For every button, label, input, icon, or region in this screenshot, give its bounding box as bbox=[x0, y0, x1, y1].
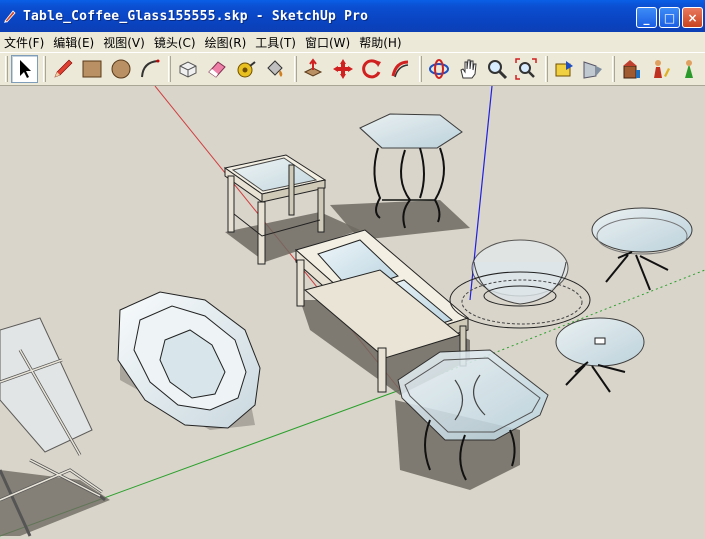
minimize-button[interactable]: _ bbox=[636, 7, 657, 28]
hand-icon bbox=[460, 59, 477, 79]
rectangle-tool-button[interactable] bbox=[78, 55, 105, 83]
components-icon bbox=[653, 60, 670, 78]
magnifier-icon bbox=[488, 60, 508, 80]
white-bowl-chair[interactable] bbox=[117, 291, 261, 429]
select-tool-button[interactable] bbox=[10, 55, 39, 83]
close-button[interactable]: × bbox=[682, 7, 703, 28]
orbit-tool-button[interactable] bbox=[425, 55, 452, 83]
modeling-viewport[interactable] bbox=[0, 86, 705, 539]
rotate-icon bbox=[361, 59, 381, 79]
push-pull-tool-button[interactable] bbox=[300, 55, 327, 83]
circle-icon bbox=[111, 59, 131, 79]
pencil-icon bbox=[54, 59, 73, 78]
menu-view[interactable]: 视图(V) bbox=[102, 34, 153, 51]
tape-measure-tool-button[interactable] bbox=[233, 55, 260, 83]
component-icon bbox=[179, 61, 197, 78]
menu-window[interactable]: 窗口(W) bbox=[304, 34, 358, 51]
line-tool-button[interactable] bbox=[49, 55, 76, 83]
menu-file[interactable]: 文件(F) bbox=[3, 34, 52, 51]
zoom-extents-icon bbox=[515, 58, 537, 80]
arrow-cursor-icon bbox=[19, 60, 31, 78]
position-camera-tool-button[interactable] bbox=[676, 55, 703, 83]
toolbar-separator bbox=[611, 56, 615, 82]
make-component-tool-button[interactable] bbox=[174, 55, 201, 83]
maximize-button[interactable]: □ bbox=[659, 7, 680, 28]
eraser-icon bbox=[208, 61, 226, 78]
menu-edit[interactable]: 编辑(E) bbox=[52, 34, 102, 51]
move-icon bbox=[332, 59, 353, 79]
previous-view-icon bbox=[555, 61, 574, 77]
components-tool-button[interactable] bbox=[647, 55, 674, 83]
orbit-icon bbox=[428, 59, 449, 79]
circle-tool-button[interactable] bbox=[107, 55, 134, 83]
title-bar: Table_Coffee_Glass155555.skp - SketchUp … bbox=[0, 0, 705, 32]
arc-icon bbox=[140, 59, 160, 78]
zoom-extents-tool-button[interactable] bbox=[513, 55, 540, 83]
toolbar-grip[interactable] bbox=[5, 56, 8, 82]
window-title: Table_Coffee_Glass155555.skp - SketchUp … bbox=[23, 8, 369, 24]
arc-tool-button[interactable] bbox=[136, 55, 163, 83]
rectangle-icon bbox=[82, 60, 102, 78]
push-pull-icon bbox=[304, 58, 323, 77]
tape-measure-icon bbox=[237, 61, 256, 78]
pan-tool-button[interactable] bbox=[454, 55, 481, 83]
round-glass-table-large[interactable] bbox=[591, 207, 693, 291]
paint-bucket-icon bbox=[267, 60, 284, 77]
toolbar-separator bbox=[168, 56, 172, 82]
warehouse-icon bbox=[623, 60, 641, 79]
zoom-tool-button[interactable] bbox=[483, 55, 510, 83]
toolbar-separator bbox=[43, 56, 47, 82]
menu-draw[interactable]: 绘图(R) bbox=[204, 34, 255, 51]
next-view-icon bbox=[583, 61, 603, 79]
sketchup-app-icon[interactable] bbox=[3, 9, 17, 23]
main-toolbar bbox=[0, 52, 705, 86]
toolbar-separator bbox=[544, 56, 548, 82]
scene-canvas[interactable] bbox=[0, 86, 705, 539]
bowl-chair[interactable] bbox=[449, 239, 591, 329]
position-camera-icon bbox=[684, 60, 693, 78]
eraser-tool-button[interactable] bbox=[204, 55, 231, 83]
menu-bar: 文件(F) 编辑(E) 视图(V) 镜头(C) 绘图(R) 工具(T) 窗口(W… bbox=[0, 32, 705, 52]
follow-me-tool-button[interactable] bbox=[387, 55, 414, 83]
toolbar-separator bbox=[419, 56, 423, 82]
menu-camera[interactable]: 镜头(C) bbox=[153, 34, 204, 51]
round-glass-table-small[interactable] bbox=[555, 317, 645, 393]
move-tool-button[interactable] bbox=[329, 55, 356, 83]
follow-me-icon bbox=[391, 60, 408, 78]
menu-help[interactable]: 帮助(H) bbox=[358, 34, 409, 51]
menu-tools[interactable]: 工具(T) bbox=[254, 34, 304, 51]
toolbar-separator bbox=[293, 56, 297, 82]
rotate-tool-button[interactable] bbox=[358, 55, 385, 83]
next-view-tool-button[interactable] bbox=[580, 55, 607, 83]
paint-bucket-tool-button[interactable] bbox=[262, 55, 289, 83]
previous-view-tool-button[interactable] bbox=[551, 55, 578, 83]
warehouse-tool-button[interactable] bbox=[618, 55, 645, 83]
